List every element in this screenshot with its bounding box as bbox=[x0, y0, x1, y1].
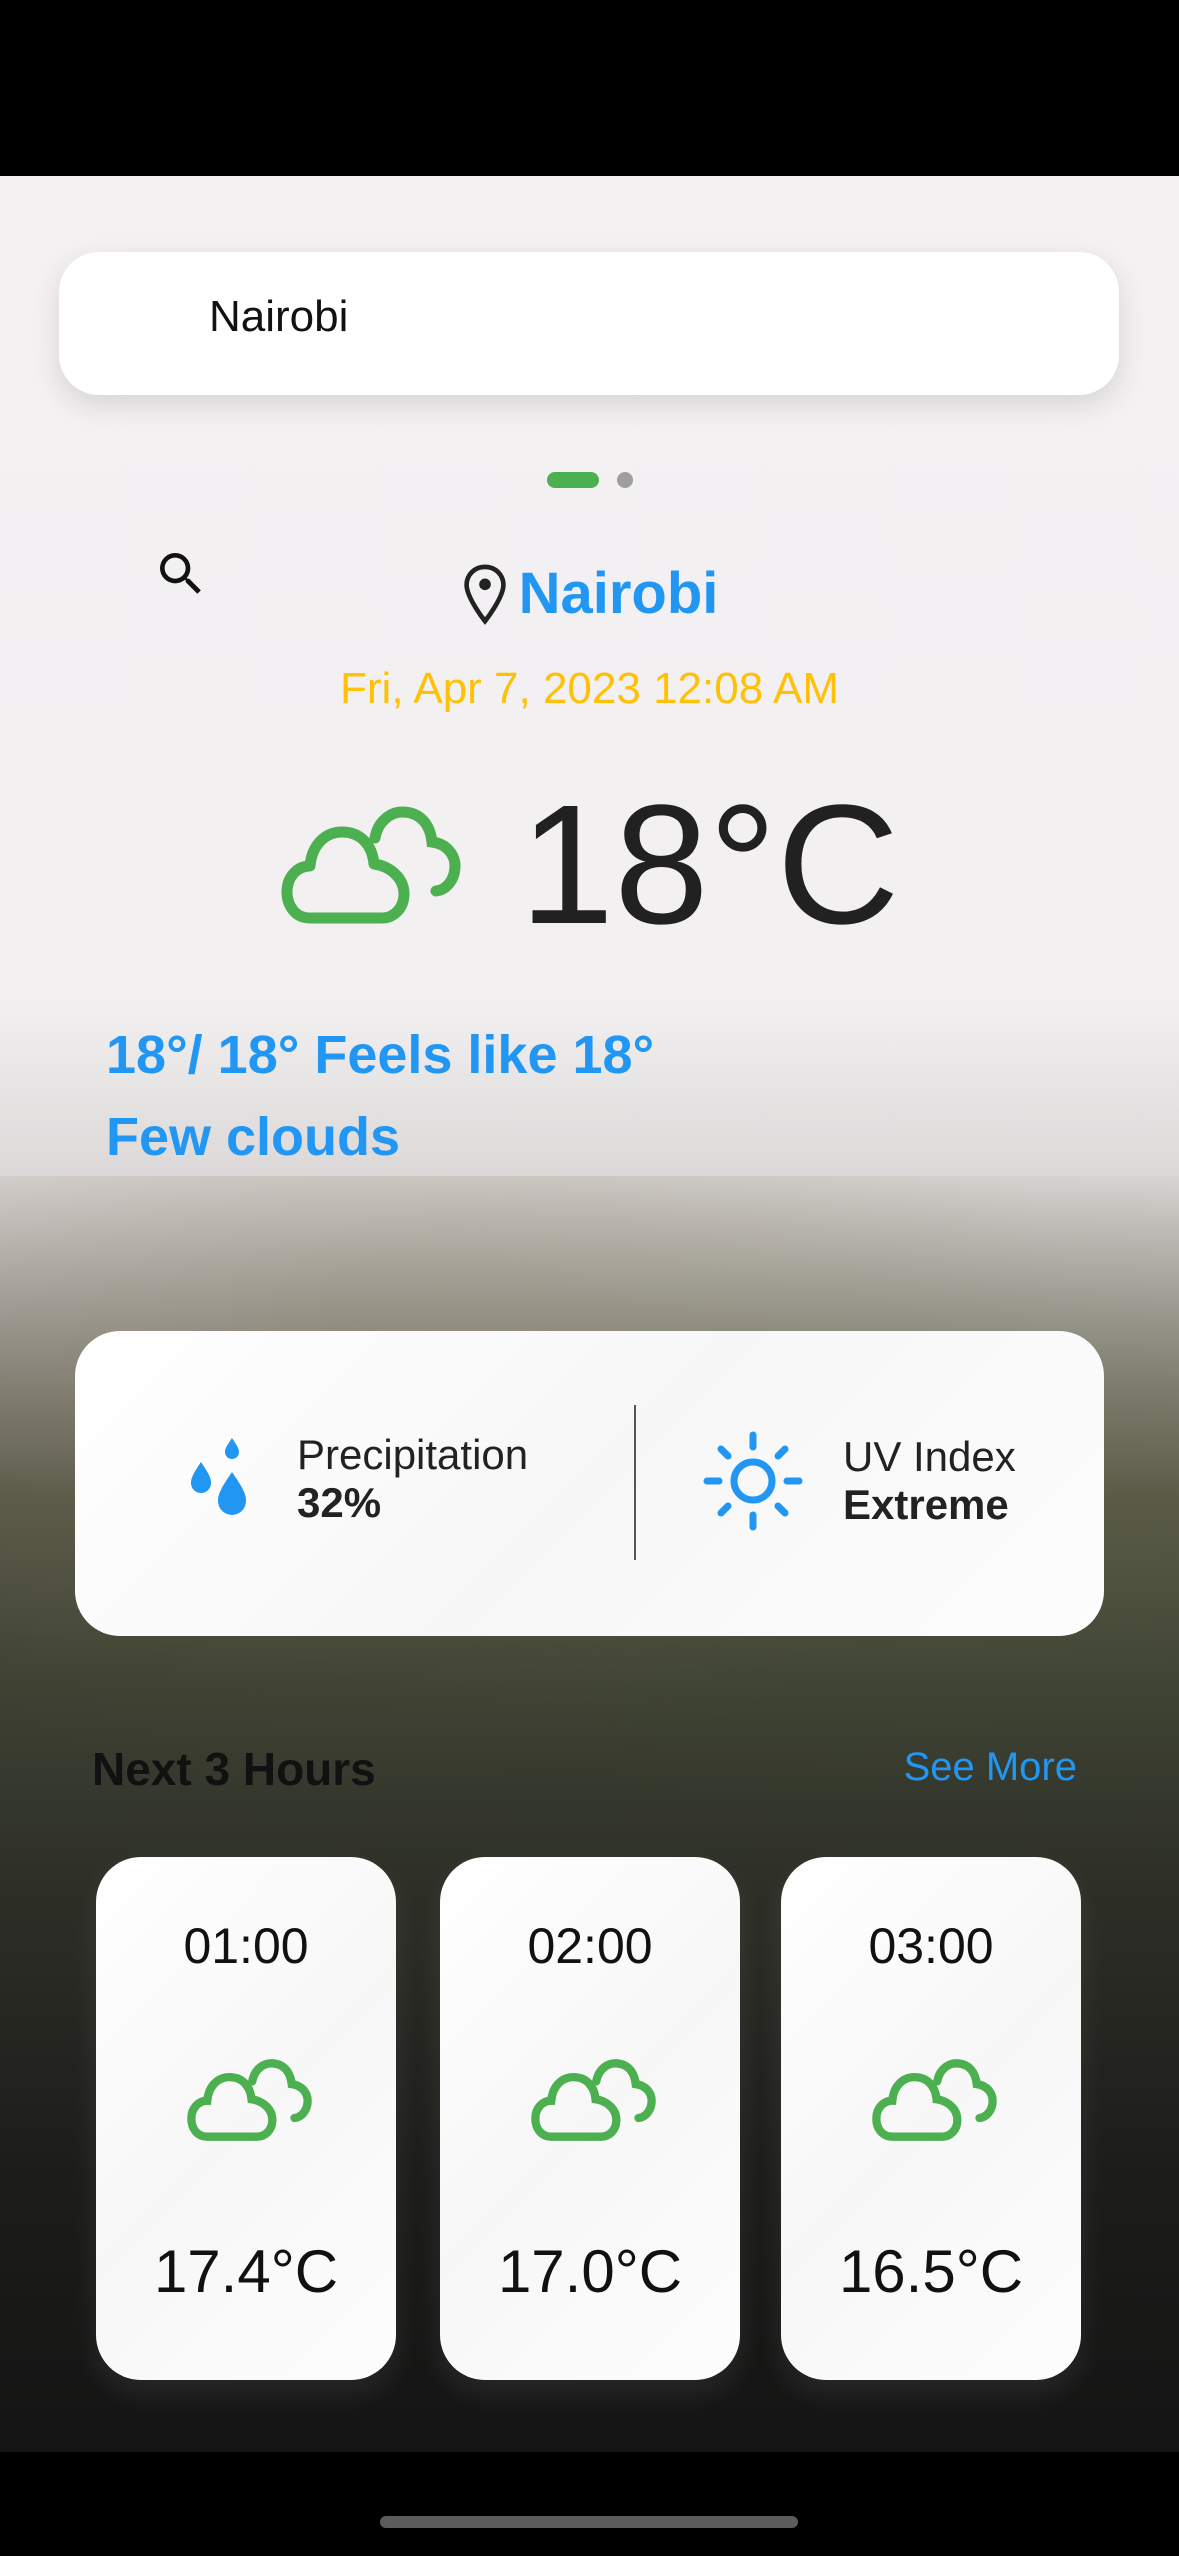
page-dot-active[interactable] bbox=[546, 472, 599, 488]
weather-stats-card: Precipitation 32% UV Index Extreme bbox=[75, 1331, 1104, 1636]
hour-temp: 17.0°C bbox=[497, 2238, 683, 2305]
hour-card[interactable]: 02:00 17.0°C bbox=[440, 1857, 740, 2380]
forecast-title: Next 3 Hours bbox=[92, 1743, 376, 1795]
see-more-link[interactable]: See More bbox=[904, 1745, 1077, 1790]
stats-divider bbox=[634, 1405, 636, 1560]
current-weather: 18°C bbox=[0, 780, 1179, 950]
location-pin-icon bbox=[463, 564, 506, 625]
status-bar bbox=[0, 0, 1179, 176]
hour-time: 03:00 bbox=[868, 1918, 994, 1974]
uv-index-stat: UV Index Extreme bbox=[703, 1431, 1016, 1531]
search-bar[interactable] bbox=[59, 252, 1119, 594]
cloud-icon bbox=[872, 2059, 997, 2141]
page-dot[interactable] bbox=[616, 472, 633, 488]
location-header: Nairobi bbox=[0, 560, 1179, 627]
uv-index-label: UV Index bbox=[843, 1433, 1016, 1480]
search-input[interactable] bbox=[209, 292, 1059, 342]
water-drops-icon bbox=[191, 1438, 246, 1515]
bottom-bar bbox=[0, 2452, 1179, 2556]
hour-time: 02:00 bbox=[527, 1918, 653, 1974]
precipitation-value: 32% bbox=[297, 1479, 382, 1526]
page-indicator bbox=[0, 472, 1179, 488]
hour-time: 01:00 bbox=[183, 1918, 309, 1974]
precipitation-stat: Precipitation 32% bbox=[187, 1431, 528, 1527]
home-indicator[interactable] bbox=[380, 2516, 798, 2528]
hour-card[interactable]: 01:00 17.4°C bbox=[96, 1857, 396, 2380]
hour-temp: 17.4°C bbox=[153, 2238, 339, 2305]
cloud-icon bbox=[281, 806, 461, 924]
hour-card[interactable]: 03:00 16.5°C bbox=[781, 1857, 1081, 2380]
sun-icon bbox=[703, 1431, 803, 1531]
cloud-icon bbox=[531, 2059, 656, 2141]
precipitation-label: Precipitation bbox=[297, 1431, 529, 1478]
uv-index-value: Extreme bbox=[843, 1481, 1009, 1528]
feels-like: 18°/ 18° Feels like 18° bbox=[106, 1025, 655, 1085]
date-time: Fri, Apr 7, 2023 12:08 AM bbox=[340, 664, 839, 713]
hour-temp: 16.5°C bbox=[838, 2238, 1024, 2305]
city-name: Nairobi bbox=[518, 561, 719, 626]
weather-description: Few clouds bbox=[106, 1107, 401, 1167]
cloud-icon bbox=[187, 2059, 312, 2141]
current-temperature: 18°C bbox=[519, 770, 900, 960]
